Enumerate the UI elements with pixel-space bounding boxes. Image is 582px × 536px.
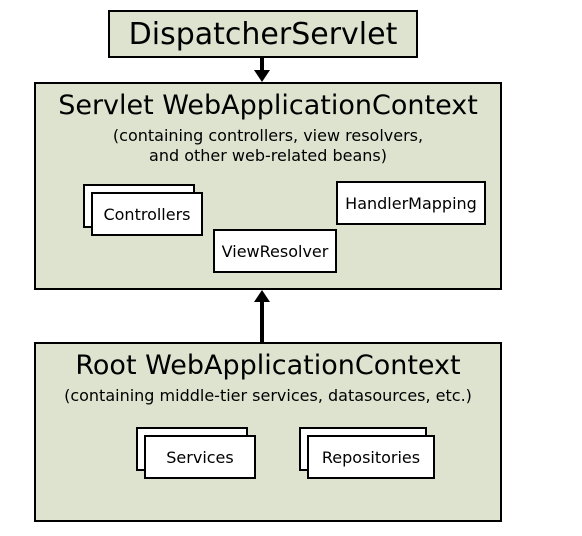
servlet-context-title: Servlet WebApplicationContext bbox=[36, 90, 500, 121]
arrow-servlet-to-root bbox=[260, 302, 264, 342]
dispatcher-servlet-box: DispatcherServlet bbox=[108, 10, 418, 58]
servlet-context-box: Servlet WebApplicationContext (containin… bbox=[34, 82, 502, 290]
repositories-label: Repositories bbox=[322, 448, 420, 467]
viewresolver-label: ViewResolver bbox=[222, 242, 329, 261]
root-context-box: Root WebApplicationContext (containing m… bbox=[34, 342, 502, 522]
arrowhead-servlet-to-root bbox=[254, 290, 270, 302]
servlet-context-subtitle: (containing controllers, view resolvers,… bbox=[36, 126, 500, 166]
handlermapping-box: HandlerMapping bbox=[336, 181, 486, 225]
servlet-context-subtitle-line2: and other web-related beans) bbox=[149, 146, 387, 165]
root-context-title: Root WebApplicationContext bbox=[36, 350, 500, 381]
dispatcher-servlet-title: DispatcherServlet bbox=[110, 17, 416, 52]
root-context-subtitle: (containing middle-tier services, dataso… bbox=[36, 386, 500, 406]
controllers-box: Controllers bbox=[91, 192, 203, 236]
arrowhead-dispatcher-to-servlet bbox=[254, 70, 270, 82]
services-label: Services bbox=[166, 448, 233, 467]
handlermapping-label: HandlerMapping bbox=[345, 194, 477, 213]
servlet-context-subtitle-line1: (containing controllers, view resolvers, bbox=[113, 126, 423, 145]
controllers-label: Controllers bbox=[103, 205, 190, 224]
viewresolver-box: ViewResolver bbox=[213, 229, 337, 273]
repositories-box: Repositories bbox=[307, 435, 435, 479]
services-box: Services bbox=[144, 435, 256, 479]
